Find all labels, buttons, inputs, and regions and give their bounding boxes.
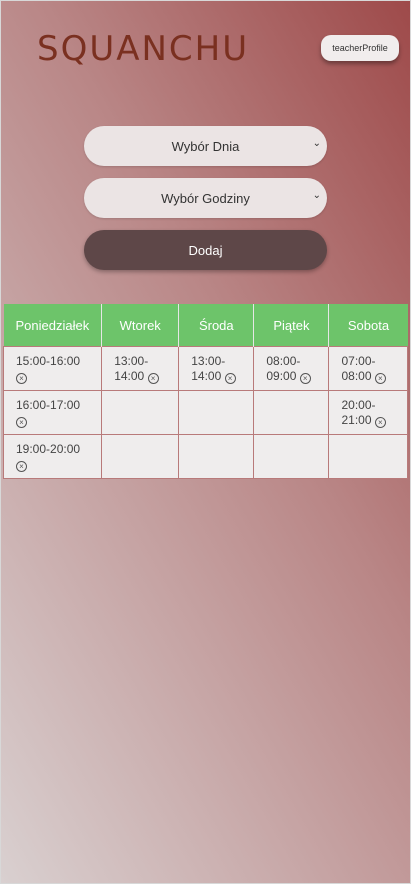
logo: SQUANCHU (37, 29, 250, 69)
chevron-down-icon: ⌄ (312, 138, 321, 149)
table-cell: 20:00-21:00 × (328, 390, 408, 435)
table-cell: 15:00-16:00 × (2, 346, 103, 391)
schedule-table: Poniedziałek Wtorek Środa Piątek Sobota … (2, 304, 408, 479)
table-cell (178, 434, 255, 479)
close-circle-icon[interactable]: × (16, 461, 27, 472)
table-cell (253, 390, 330, 435)
table-cell: 13:00-14:00 × (178, 346, 255, 391)
table-row: 15:00-16:00 × 13:00-14:00 × 13:00-14:00 ×… (2, 346, 408, 391)
page: SQUANCHU teacherProfile Wybór Dnia ⌄ Wyb… (0, 0, 411, 884)
day-select[interactable]: Wybór Dnia ⌄ (84, 126, 327, 166)
table-row: 19:00-20:00 × (2, 434, 408, 479)
table-cell (101, 390, 180, 435)
close-circle-icon[interactable]: × (374, 417, 386, 428)
table-cell: 08:00-09:00 × (253, 346, 330, 391)
schedule-header-row: Poniedziałek Wtorek Środa Piątek Sobota (3, 304, 408, 347)
time-slot: 07:00-08:00 (341, 354, 376, 383)
time-slot: 15:00-16:00 (16, 354, 81, 368)
hour-select-label: Wybór Godziny (161, 190, 250, 206)
column-header: Środa (178, 304, 255, 347)
time-slot: 13:00-14:00 (114, 354, 149, 383)
time-slot: 08:00-09:00 (266, 354, 301, 383)
close-circle-icon[interactable]: × (374, 373, 386, 384)
table-row: 16:00-17:00 × 20:00-21:00 × (2, 390, 408, 435)
add-button[interactable]: Dodaj (84, 230, 327, 270)
time-slot: 19:00-20:00 (16, 442, 81, 456)
table-cell (178, 390, 255, 435)
column-header: Poniedziałek (3, 304, 103, 347)
time-slot: 20:00-21:00 (341, 398, 376, 427)
close-circle-icon[interactable]: × (16, 373, 27, 384)
column-header: Wtorek (101, 304, 180, 347)
table-cell: 16:00-17:00 × (2, 390, 103, 435)
close-circle-icon[interactable]: × (299, 373, 311, 384)
table-cell (101, 434, 180, 479)
hour-select[interactable]: Wybór Godziny ⌄ (84, 178, 327, 218)
table-cell: 13:00-14:00 × (101, 346, 180, 391)
table-cell (328, 434, 408, 479)
teacher-profile-button[interactable]: teacherProfile (321, 35, 399, 61)
column-header: Sobota (328, 304, 408, 347)
chevron-down-icon: ⌄ (312, 190, 321, 201)
close-circle-icon[interactable]: × (147, 373, 159, 384)
close-circle-icon[interactable]: × (224, 373, 236, 384)
column-header: Piątek (253, 304, 330, 347)
time-slot: 13:00-14:00 (191, 354, 226, 383)
table-cell: 19:00-20:00 × (2, 434, 103, 479)
day-select-label: Wybór Dnia (171, 138, 240, 154)
close-circle-icon[interactable]: × (16, 417, 27, 428)
table-cell: 07:00-08:00 × (328, 346, 408, 391)
time-slot: 16:00-17:00 (16, 398, 81, 412)
table-cell (253, 434, 330, 479)
